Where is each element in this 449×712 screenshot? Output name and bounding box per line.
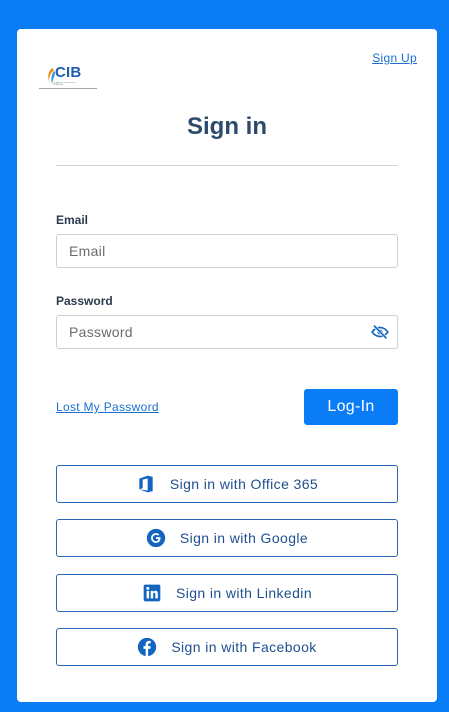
lost-password-link[interactable]: Lost My Password (56, 400, 159, 414)
login-card: Sign Up CIB CREATIVE INNOVATIVE BUSINESS… (17, 29, 437, 702)
logo: CIB CREATIVE INNOVATIVE BUSINESS (39, 64, 97, 92)
office365-signin-button[interactable]: Sign in with Office 365 (56, 465, 398, 503)
google-signin-label: Sign in with Google (179, 530, 309, 546)
password-field-wrapper (56, 315, 398, 349)
logo-text: CIB (55, 64, 82, 81)
office365-icon (139, 475, 153, 493)
page-title: Sign in (187, 113, 267, 140)
email-input[interactable] (57, 235, 397, 267)
login-button[interactable]: Log-In (304, 389, 398, 425)
google-signin-button[interactable]: Sign in with Google (56, 519, 398, 557)
facebook-icon (138, 637, 157, 657)
title-divider (56, 165, 398, 166)
linkedin-signin-button[interactable]: Sign in with Linkedin (56, 574, 398, 612)
email-label: Email (56, 213, 89, 227)
eye-slash-icon[interactable] (371, 323, 389, 341)
password-label: Password (56, 294, 113, 308)
facebook-signin-label: Sign in with Facebook (171, 639, 317, 655)
google-icon (146, 528, 166, 548)
email-field-wrapper (56, 234, 398, 268)
sign-up-link[interactable]: Sign Up (372, 51, 417, 65)
password-input[interactable] (57, 316, 397, 348)
office365-signin-label: Sign in with Office 365 (169, 476, 319, 492)
logo-subtext: CREATIVE INNOVATIVE BUSINESS (53, 82, 76, 86)
linkedin-signin-label: Sign in with Linkedin (175, 585, 313, 601)
facebook-signin-button[interactable]: Sign in with Facebook (56, 628, 398, 666)
logo-underline (39, 88, 97, 89)
linkedin-icon (143, 584, 161, 602)
